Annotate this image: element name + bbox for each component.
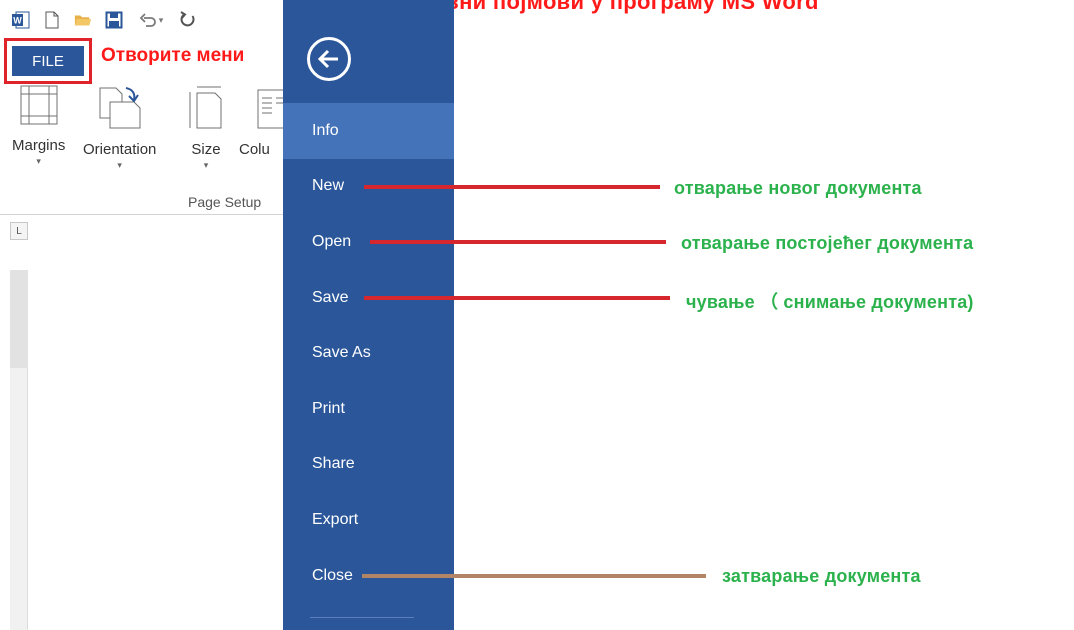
size-caret: ▾ (203, 160, 209, 170)
menu-item-label: New (312, 177, 345, 195)
file-tab-highlight: FILE (4, 38, 92, 84)
vertical-ruler (10, 270, 28, 630)
orientation-icon (96, 84, 144, 135)
arrow-left-icon (317, 49, 338, 69)
new-document-icon[interactable] (43, 11, 61, 29)
menu-item-label: Close (312, 566, 353, 584)
new-annotation: отварање новог документа (674, 178, 922, 198)
columns-button[interactable]: Colu (239, 84, 283, 158)
redo-icon[interactable] (179, 11, 197, 29)
save-annotation: чување （ снимање документа) (686, 292, 974, 312)
size-button[interactable]: Size ▾ (187, 84, 225, 171)
tab-stop-selector[interactable]: L (10, 222, 28, 240)
open-menu-annotation: Отворите мени (101, 45, 245, 66)
word-logo-icon[interactable]: W (12, 11, 30, 29)
margins-caret: ▾ (36, 156, 41, 166)
menu-item-label: Save (312, 288, 349, 306)
menu-item-info[interactable]: Info (283, 103, 454, 159)
menu-item-label: Share (312, 455, 355, 473)
back-button[interactable] (307, 37, 351, 81)
save-pointer-line (364, 296, 670, 300)
menu-item-print[interactable]: Print (283, 381, 454, 437)
menu-item-label: Info (312, 121, 339, 139)
close-annotation: затварање документа (722, 566, 921, 586)
menu-item-label: Export (312, 510, 359, 528)
file-tab[interactable]: FILE (12, 46, 84, 76)
size-label: Size (191, 141, 221, 158)
backstage-menu: Info New Open Save Save As Print Share E… (283, 103, 454, 603)
undo-dropdown-caret[interactable]: ▾ (159, 15, 164, 26)
save-icon[interactable] (105, 11, 123, 29)
svg-text:W: W (13, 16, 22, 26)
quick-access-toolbar: W ▾ (12, 6, 197, 34)
menu-item-label: Print (312, 399, 345, 417)
menu-item-label: Open (312, 232, 352, 250)
menu-item-save-as[interactable]: Save As (283, 325, 454, 381)
margins-icon (19, 84, 59, 131)
menu-item-export[interactable]: Export (283, 492, 454, 548)
margins-label: Margins (12, 137, 66, 154)
margins-button[interactable]: Margins ▾ (12, 84, 65, 167)
undo-icon[interactable]: ▾ (136, 11, 166, 29)
menu-bottom-divider (310, 617, 414, 618)
orientation-caret: ▾ (117, 160, 122, 170)
columns-label: Colu (239, 141, 270, 158)
menu-item-share[interactable]: Share (283, 437, 454, 493)
open-folder-icon[interactable] (74, 11, 92, 29)
size-icon (187, 84, 225, 135)
ruler-margin-area (10, 270, 28, 368)
new-pointer-line (364, 185, 660, 189)
orientation-label: Orientation (83, 141, 157, 158)
open-pointer-line (370, 240, 666, 244)
ribbon-divider (0, 214, 283, 215)
open-annotation: отварање постојећег документа (681, 233, 974, 253)
file-tab-label: FILE (32, 52, 64, 70)
orientation-button[interactable]: Orientation ▾ (83, 84, 156, 171)
backstage-panel: Info New Open Save Save As Print Share E… (283, 0, 454, 630)
columns-icon (256, 84, 283, 135)
close-pointer-line (362, 574, 706, 578)
menu-item-label: Save As (312, 344, 371, 362)
page-setup-group-label: Page Setup (188, 194, 262, 210)
